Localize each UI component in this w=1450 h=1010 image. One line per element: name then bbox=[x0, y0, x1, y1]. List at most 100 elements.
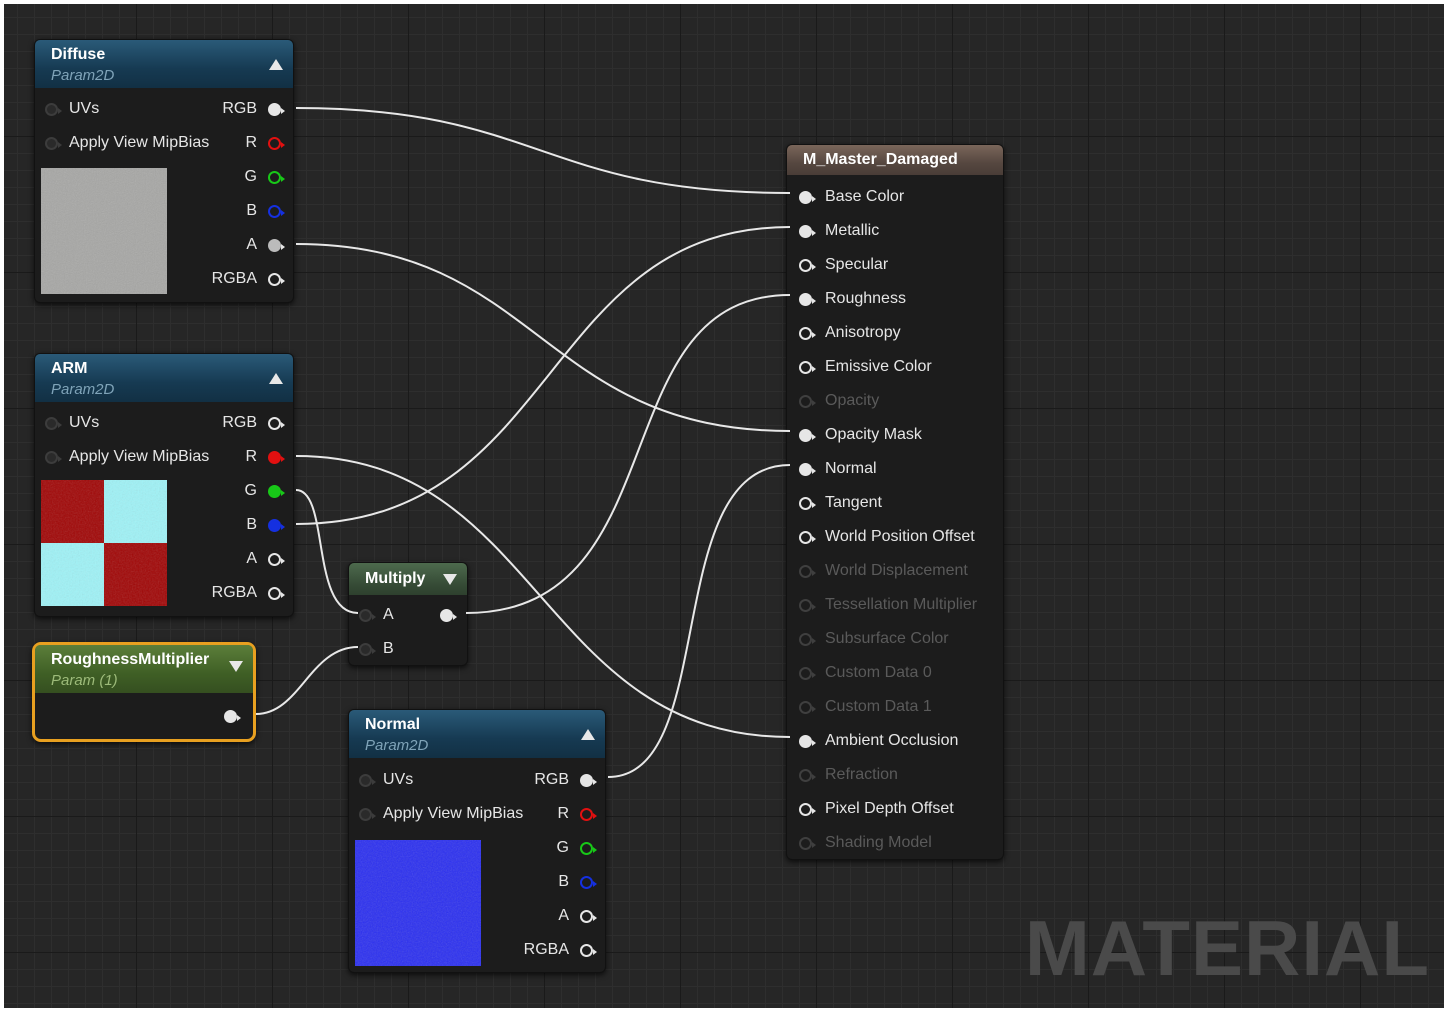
node-title: Normal bbox=[365, 716, 421, 733]
output-pin-rgba[interactable] bbox=[268, 587, 285, 600]
output-label-rgb: RGB bbox=[534, 771, 569, 788]
watermark: MATERIAL bbox=[1024, 904, 1430, 992]
input-pin-ambient-occlusion[interactable] bbox=[799, 735, 816, 748]
node-subtitle: Param (1) bbox=[51, 672, 118, 689]
input-label-subsurface-color: Subsurface Color bbox=[825, 630, 949, 647]
normal-texture-node[interactable]: Normal Param2D UVs Apply View MipBias RG… bbox=[348, 709, 606, 973]
input-label-tessellation-multiplier: Tessellation Multiplier bbox=[825, 596, 978, 613]
node-title: M_Master_Damaged bbox=[803, 151, 958, 168]
input-pin-normal[interactable] bbox=[799, 463, 816, 476]
input-pin-uvs[interactable] bbox=[45, 417, 62, 430]
texture-preview-arm bbox=[41, 480, 167, 606]
input-pin-roughness[interactable] bbox=[799, 293, 816, 306]
input-label-uvs: UVs bbox=[69, 100, 100, 117]
arm-node-header[interactable]: ARM Param2D bbox=[35, 354, 293, 402]
output-pin-value[interactable] bbox=[224, 710, 241, 723]
output-label-g: G bbox=[556, 839, 569, 856]
node-subtitle: Param2D bbox=[365, 737, 429, 754]
input-label-apply-view-mipbias: Apply View MipBias bbox=[383, 805, 524, 822]
output-label-b: B bbox=[246, 516, 257, 533]
input-pin-opacity bbox=[799, 395, 816, 408]
output-pin-rgba[interactable] bbox=[268, 273, 285, 286]
output-pin-g[interactable] bbox=[580, 842, 597, 855]
material-graph-canvas[interactable]: Diffuse Param2D UVs Apply View MipBias R… bbox=[4, 4, 1444, 1008]
input-label-custom-data-1: Custom Data 1 bbox=[825, 698, 932, 715]
input-pin-world-displacement bbox=[799, 565, 816, 578]
output-pin-g[interactable] bbox=[268, 171, 285, 184]
input-label-b: B bbox=[383, 640, 394, 657]
input-pin-opacity-mask[interactable] bbox=[799, 429, 816, 442]
output-label-rgb: RGB bbox=[222, 100, 257, 117]
roughness-multiplier-header[interactable]: RoughnessMultiplier Param (1) bbox=[35, 645, 253, 693]
input-pin-uvs[interactable] bbox=[45, 103, 62, 116]
input-label-a: A bbox=[383, 606, 394, 623]
output-pin-b[interactable] bbox=[268, 205, 285, 218]
input-label-tangent: Tangent bbox=[825, 494, 882, 511]
input-pin-a[interactable] bbox=[359, 609, 376, 622]
output-pin-r[interactable] bbox=[580, 808, 597, 821]
output-pin-rgba[interactable] bbox=[580, 944, 597, 957]
input-label-refraction: Refraction bbox=[825, 766, 898, 783]
multiply-node[interactable]: Multiply A B bbox=[348, 562, 468, 666]
arm-texture-node[interactable]: ARM Param2D UVs Apply View MipBias RGB R… bbox=[34, 353, 294, 617]
input-pin-b[interactable] bbox=[359, 643, 376, 656]
input-pin-uvs[interactable] bbox=[359, 774, 376, 787]
output-pin-r[interactable] bbox=[268, 137, 285, 150]
input-pin-apply-view-mipbias[interactable] bbox=[45, 451, 62, 464]
node-title: ARM bbox=[51, 360, 88, 377]
input-pin-specular[interactable] bbox=[799, 259, 816, 272]
input-label-roughness: Roughness bbox=[825, 290, 906, 307]
input-pin-refraction bbox=[799, 769, 816, 782]
output-pin-rgb[interactable] bbox=[268, 103, 285, 116]
input-pin-pixel-depth-offset[interactable] bbox=[799, 803, 816, 816]
output-pin-rgb[interactable] bbox=[268, 417, 285, 430]
node-title: Multiply bbox=[365, 570, 426, 587]
input-pin-anisotropy[interactable] bbox=[799, 327, 816, 340]
input-pin-apply-view-mipbias[interactable] bbox=[45, 137, 62, 150]
collapse-arrow-icon[interactable] bbox=[581, 729, 595, 740]
output-pin-g[interactable] bbox=[268, 485, 285, 498]
node-title: RoughnessMultiplier bbox=[51, 651, 210, 668]
input-pin-tessellation-multiplier bbox=[799, 599, 816, 612]
collapse-arrow-icon[interactable] bbox=[269, 373, 283, 384]
expand-arrow-icon[interactable] bbox=[229, 661, 243, 672]
output-label-rgba: RGBA bbox=[211, 584, 257, 601]
input-pin-base-color[interactable] bbox=[799, 191, 816, 204]
diffuse-node-header[interactable]: Diffuse Param2D bbox=[35, 40, 293, 88]
output-pin-r[interactable] bbox=[268, 451, 285, 464]
output-label-a: A bbox=[246, 550, 257, 567]
output-label-r: R bbox=[245, 134, 257, 151]
output-pin-a[interactable] bbox=[268, 553, 285, 566]
input-pin-subsurface-color bbox=[799, 633, 816, 646]
output-label-rgba: RGBA bbox=[211, 270, 257, 287]
input-label-specular: Specular bbox=[825, 256, 889, 273]
output-label-r: R bbox=[245, 448, 257, 465]
output-pin-a[interactable] bbox=[268, 239, 285, 252]
input-pin-apply-view-mipbias[interactable] bbox=[359, 808, 376, 821]
roughness-multiplier-node[interactable]: RoughnessMultiplier Param (1) bbox=[32, 642, 256, 742]
output-pin-a[interactable] bbox=[580, 910, 597, 923]
diffuse-texture-node[interactable]: Diffuse Param2D UVs Apply View MipBias R… bbox=[34, 39, 294, 303]
input-label-opacity: Opacity bbox=[825, 392, 880, 409]
input-pin-metallic[interactable] bbox=[799, 225, 816, 238]
output-label-a: A bbox=[558, 907, 569, 924]
output-pin-b[interactable] bbox=[268, 519, 285, 532]
input-pin-world-position-offset[interactable] bbox=[799, 531, 816, 544]
normal-node-header[interactable]: Normal Param2D bbox=[349, 710, 605, 758]
input-pin-tangent[interactable] bbox=[799, 497, 816, 510]
multiply-node-header[interactable]: Multiply bbox=[349, 563, 467, 595]
input-label-shading-model: Shading Model bbox=[825, 834, 932, 851]
output-pin-rgb[interactable] bbox=[580, 774, 597, 787]
expand-arrow-icon[interactable] bbox=[443, 574, 457, 585]
input-label-uvs: UVs bbox=[69, 414, 100, 431]
texture-preview-normal bbox=[355, 840, 481, 966]
input-pin-emissive-color[interactable] bbox=[799, 361, 816, 374]
material-result-node[interactable]: M_Master_Damaged Base Color Metallic Specu… bbox=[786, 144, 1004, 860]
output-pin-result[interactable] bbox=[440, 609, 457, 622]
input-label-uvs: UVs bbox=[383, 771, 414, 788]
result-node-header[interactable]: M_Master_Damaged bbox=[787, 145, 1003, 175]
output-label-rgb: RGB bbox=[222, 414, 257, 431]
output-pin-b[interactable] bbox=[580, 876, 597, 889]
node-title: Diffuse bbox=[51, 46, 106, 63]
collapse-arrow-icon[interactable] bbox=[269, 59, 283, 70]
